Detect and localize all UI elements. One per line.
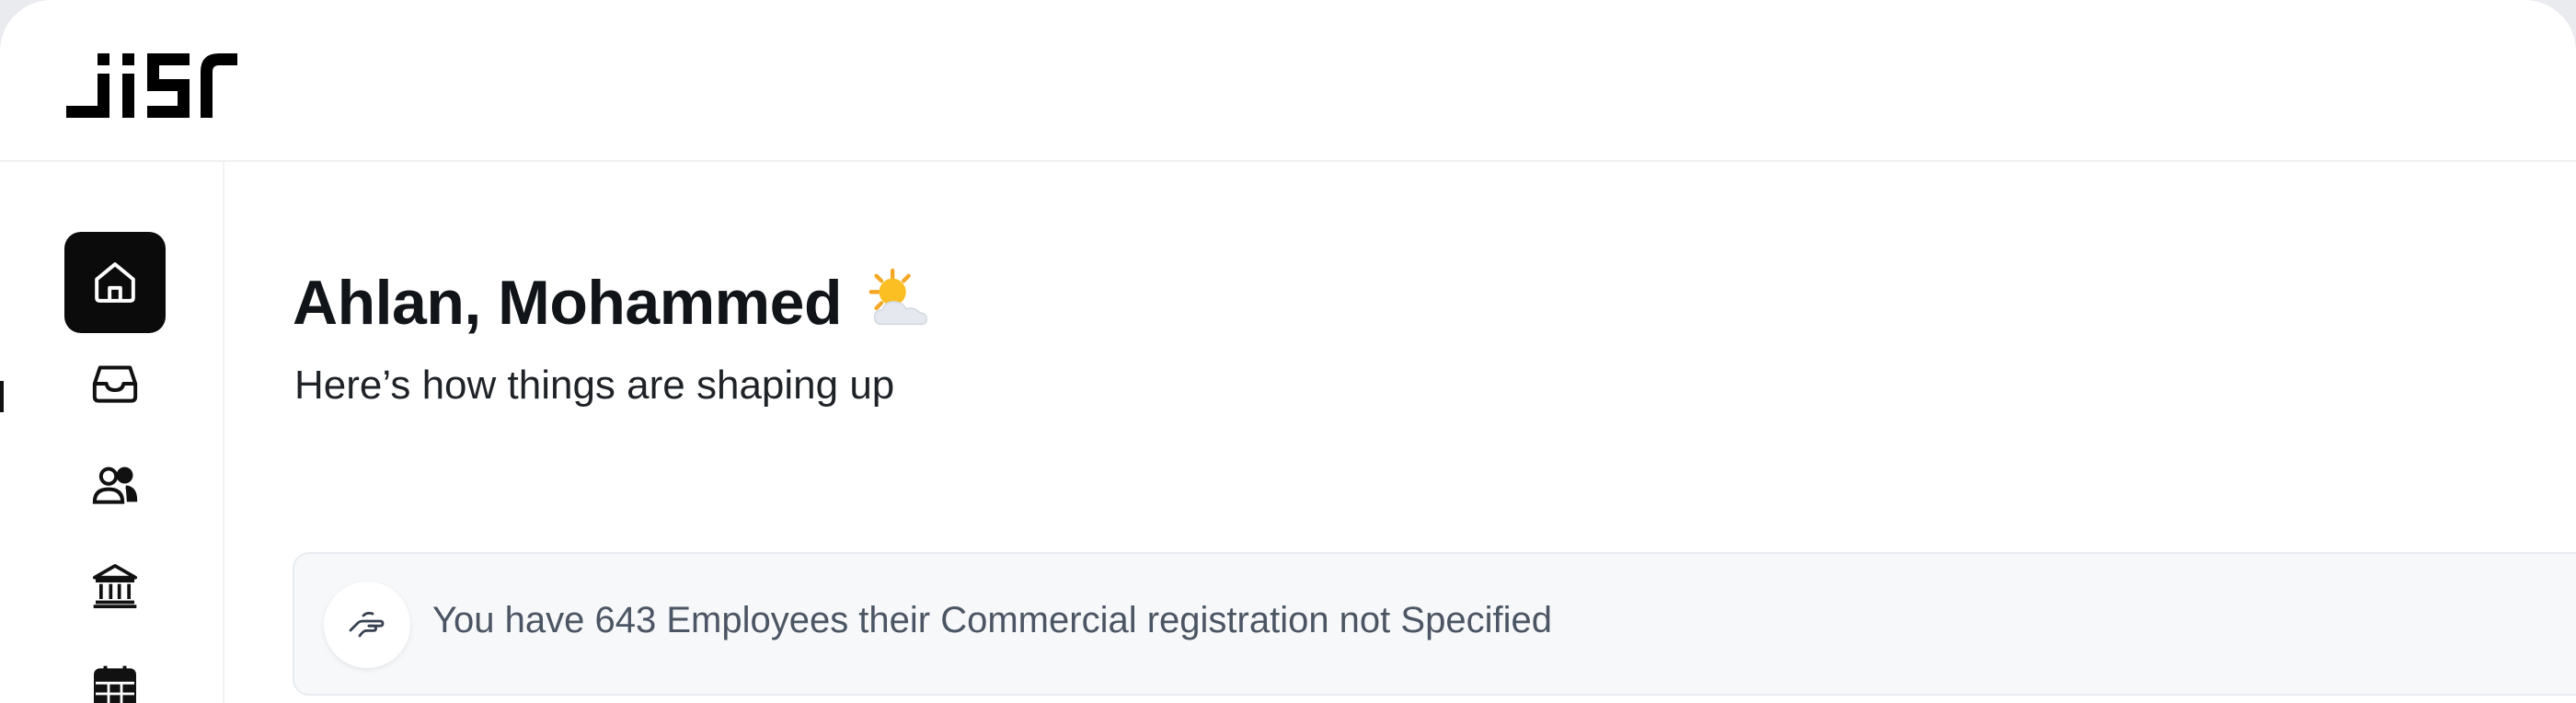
logo-mark [66, 53, 237, 118]
calendar-icon [94, 665, 136, 703]
inbox-icon [92, 365, 138, 403]
sidebar-item-calendar[interactable] [64, 637, 166, 703]
app-window: Ahlan, Mohammed Here’s how things are sh… [0, 0, 2576, 703]
page-subtitle: Here’s how things are shaping up [294, 363, 895, 408]
users-icon [92, 467, 138, 504]
sidebar-item-home[interactable] [64, 232, 166, 333]
home-icon [95, 262, 135, 303]
main-content: Ahlan, Mohammed Here’s how things are sh… [224, 162, 2576, 703]
sidebar-item-inbox[interactable] [64, 333, 166, 434]
jisr-logo[interactable] [66, 53, 237, 118]
top-bar [0, 0, 2576, 162]
sun-behind-cloud-icon [868, 268, 927, 326]
window-edge-handle [0, 381, 4, 412]
bank-icon [92, 563, 138, 609]
sidebar [0, 162, 224, 703]
banner-icon-badge [324, 582, 410, 668]
greeting: Ahlan, Mohammed [293, 267, 934, 339]
hand-pointing-icon [349, 611, 385, 638]
page-title: Ahlan, Mohammed [293, 268, 843, 338]
sidebar-item-organization[interactable] [64, 536, 166, 637]
alert-banner[interactable]: You have 643 Employees their Commercial … [293, 552, 2576, 696]
sidebar-item-employees[interactable] [64, 434, 166, 536]
banner-message: You have 643 Employees their Commercial … [432, 600, 1552, 640]
